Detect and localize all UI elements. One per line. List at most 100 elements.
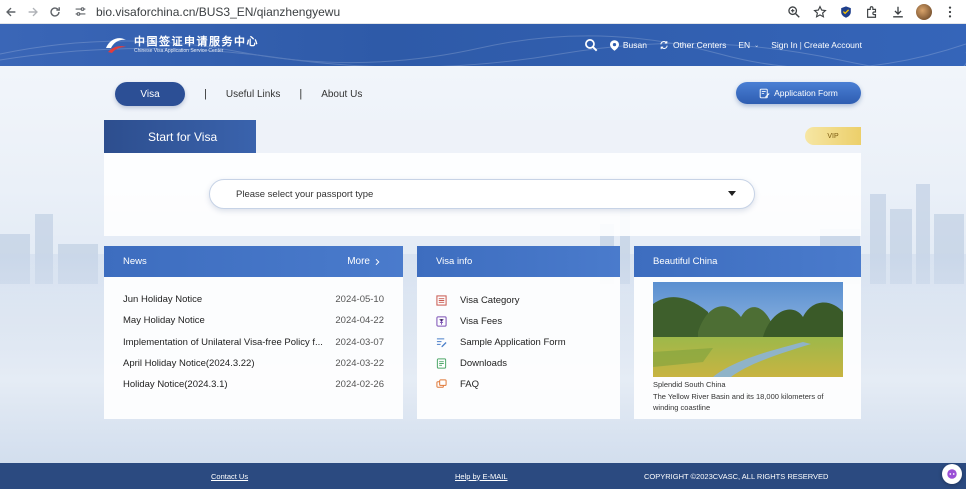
beautiful-china-title: Beautiful China (653, 256, 718, 267)
visa-info-label: FAQ (460, 379, 480, 390)
photo-caption-text: The Yellow River Basin and its 18,000 ki… (653, 392, 824, 412)
application-form-label: Application Form (774, 88, 838, 98)
other-centers-label: Other Centers (672, 40, 727, 50)
landscape-photo[interactable] (653, 282, 843, 377)
news-item-title[interactable]: Implementation of Unilateral Visa-free P… (123, 337, 323, 348)
visa-info-label: Visa Category (460, 295, 520, 306)
visa-info-label: Downloads (460, 358, 507, 369)
visa-info-list: Visa Category Visa Fees Sample Applicati… (417, 277, 620, 395)
location-label: Busan (622, 40, 647, 50)
news-item-title[interactable]: May Holiday Notice (123, 315, 205, 326)
visa-info-card: Visa info Visa Category Visa Fees Sample… (417, 246, 620, 419)
news-item-title[interactable]: Holiday Notice(2024.3.1) (123, 379, 228, 390)
news-item-title[interactable]: April Holiday Notice(2024.3.22) (123, 358, 254, 369)
news-item[interactable]: May Holiday Notice 2024-04-22 (123, 310, 384, 331)
logo-english-text: Chinese Visa Application Service Center (134, 47, 224, 54)
visa-info-item-faq[interactable]: FAQ (435, 374, 620, 395)
passport-type-select[interactable]: Please select your passport type (209, 179, 755, 209)
address-bar[interactable]: bio.visaforchina.cn/BUS3_EN/qianzhengyew… (72, 1, 340, 23)
language-label: EN (738, 40, 751, 50)
visa-info-label: Visa Fees (460, 316, 503, 327)
more-label: More (347, 256, 370, 267)
logo-bird-icon (106, 38, 126, 53)
news-item[interactable]: Holiday Notice(2024.3.1) 2024-02-26 (123, 374, 384, 395)
cvasc-logo[interactable]: 中国签证申请服务中心 Chinese Visa Application Serv… (104, 34, 259, 56)
visa-info-item-downloads[interactable]: Downloads (435, 353, 620, 374)
application-form-button[interactable]: Application Form (736, 82, 861, 104)
chat-assistant-button[interactable] (942, 464, 962, 484)
chevron-right-icon (375, 258, 380, 265)
forward-icon[interactable] (22, 1, 44, 23)
bookmark-star-icon[interactable] (808, 1, 832, 23)
location-pin-icon (609, 39, 619, 51)
chat-bubble-icon (947, 469, 957, 479)
extension-shield-icon[interactable] (834, 1, 858, 23)
nav-tab-useful-links[interactable]: Useful Links (226, 89, 280, 100)
page-body: 中国签证申请服务中心 Chinese Visa Application Serv… (0, 24, 966, 489)
news-item-date: 2024-03-07 (335, 336, 384, 348)
dropdown-arrow-icon (728, 191, 736, 196)
nav-divider: | (299, 88, 303, 100)
news-header: News More (104, 246, 403, 277)
location-selector[interactable]: Busan (609, 39, 647, 51)
visa-info-title: Visa info (436, 256, 473, 267)
fee-icon (435, 316, 447, 328)
download-icon (435, 358, 447, 370)
beautiful-china-header: Beautiful China (634, 246, 861, 277)
news-item-title[interactable]: Jun Holiday Notice (123, 294, 202, 305)
switch-arrows-icon (660, 40, 668, 50)
news-item[interactable]: Jun Holiday Notice 2024-05-10 (123, 289, 384, 310)
extensions-puzzle-icon[interactable] (860, 1, 884, 23)
karst-landscape-image (653, 282, 843, 377)
beautiful-china-card: Beautiful China Splendid South China The… (634, 246, 861, 419)
profile-avatar[interactable] (912, 1, 936, 23)
edit-form-icon (759, 88, 770, 98)
nav-tab-about-us[interactable]: About Us (321, 89, 362, 100)
site-header: 中国签证申请服务中心 Chinese Visa Application Serv… (0, 24, 966, 66)
list-icon (435, 295, 447, 307)
chevron-down-icon: ⌄ (754, 42, 760, 49)
visa-info-item-sample-form[interactable]: Sample Application Form (435, 332, 620, 353)
back-icon[interactable] (0, 1, 22, 23)
news-list: Jun Holiday Notice 2024-05-10 May Holiday… (104, 277, 403, 395)
news-item-date: 2024-02-26 (335, 379, 384, 391)
news-title: News (123, 256, 147, 267)
photo-caption-title: Splendid South China (653, 380, 726, 389)
download-icon[interactable] (886, 1, 910, 23)
visa-info-header: Visa info (417, 246, 620, 277)
header-divider: | (799, 40, 802, 50)
news-item[interactable]: Implementation of Unilateral Visa-free P… (123, 332, 384, 353)
search-icon[interactable] (584, 38, 598, 52)
reload-icon[interactable] (44, 1, 66, 23)
visa-info-item-fees[interactable]: Visa Fees (435, 311, 620, 332)
news-item[interactable]: April Holiday Notice(2024.3.22) 2024-03-2… (123, 353, 384, 374)
main-nav: Visa | Useful Links | About Us (115, 82, 362, 106)
news-item-date: 2024-04-22 (335, 315, 384, 327)
contact-us-link[interactable]: Contact Us (211, 463, 248, 489)
vip-badge[interactable]: VIP (805, 127, 861, 145)
site-footer: Contact Us Help by E-MAIL COPYRIGHT ©202… (0, 463, 966, 489)
start-for-visa-title: Start for Visa (104, 120, 256, 153)
site-settings-icon[interactable] (72, 4, 88, 20)
help-email-link[interactable]: Help by E-MAIL (455, 463, 508, 489)
visa-info-label: Sample Application Form (460, 337, 566, 348)
sign-in-link[interactable]: Sign In (771, 40, 797, 50)
news-card: News More Jun Holiday Notice 2024-05-10 M… (104, 246, 403, 419)
create-account-link[interactable]: Create Account (804, 40, 862, 50)
faq-icon (435, 379, 447, 391)
nav-divider: | (204, 88, 207, 100)
other-centers-link[interactable]: Other Centers (659, 40, 726, 50)
browser-menu-icon[interactable] (938, 1, 962, 23)
url-text[interactable]: bio.visaforchina.cn/BUS3_EN/qianzhengyew… (96, 5, 340, 19)
visa-info-item-category[interactable]: Visa Category (435, 290, 620, 311)
news-item-date: 2024-05-10 (335, 294, 384, 306)
copyright-text: COPYRIGHT ©2023CVASC, ALL RIGHTS RESERVE… (644, 471, 829, 481)
form-icon (435, 337, 447, 349)
passport-type-placeholder: Please select your passport type (236, 188, 374, 200)
language-selector[interactable]: EN ⌄ (738, 40, 759, 50)
news-more-link[interactable]: More (347, 246, 380, 277)
logo-chinese-text: 中国签证申请服务中心 (134, 35, 259, 48)
browser-toolbar: bio.visaforchina.cn/BUS3_EN/qianzhengyew… (0, 0, 966, 24)
zoom-icon[interactable] (782, 1, 806, 23)
nav-tab-visa[interactable]: Visa (115, 82, 185, 106)
